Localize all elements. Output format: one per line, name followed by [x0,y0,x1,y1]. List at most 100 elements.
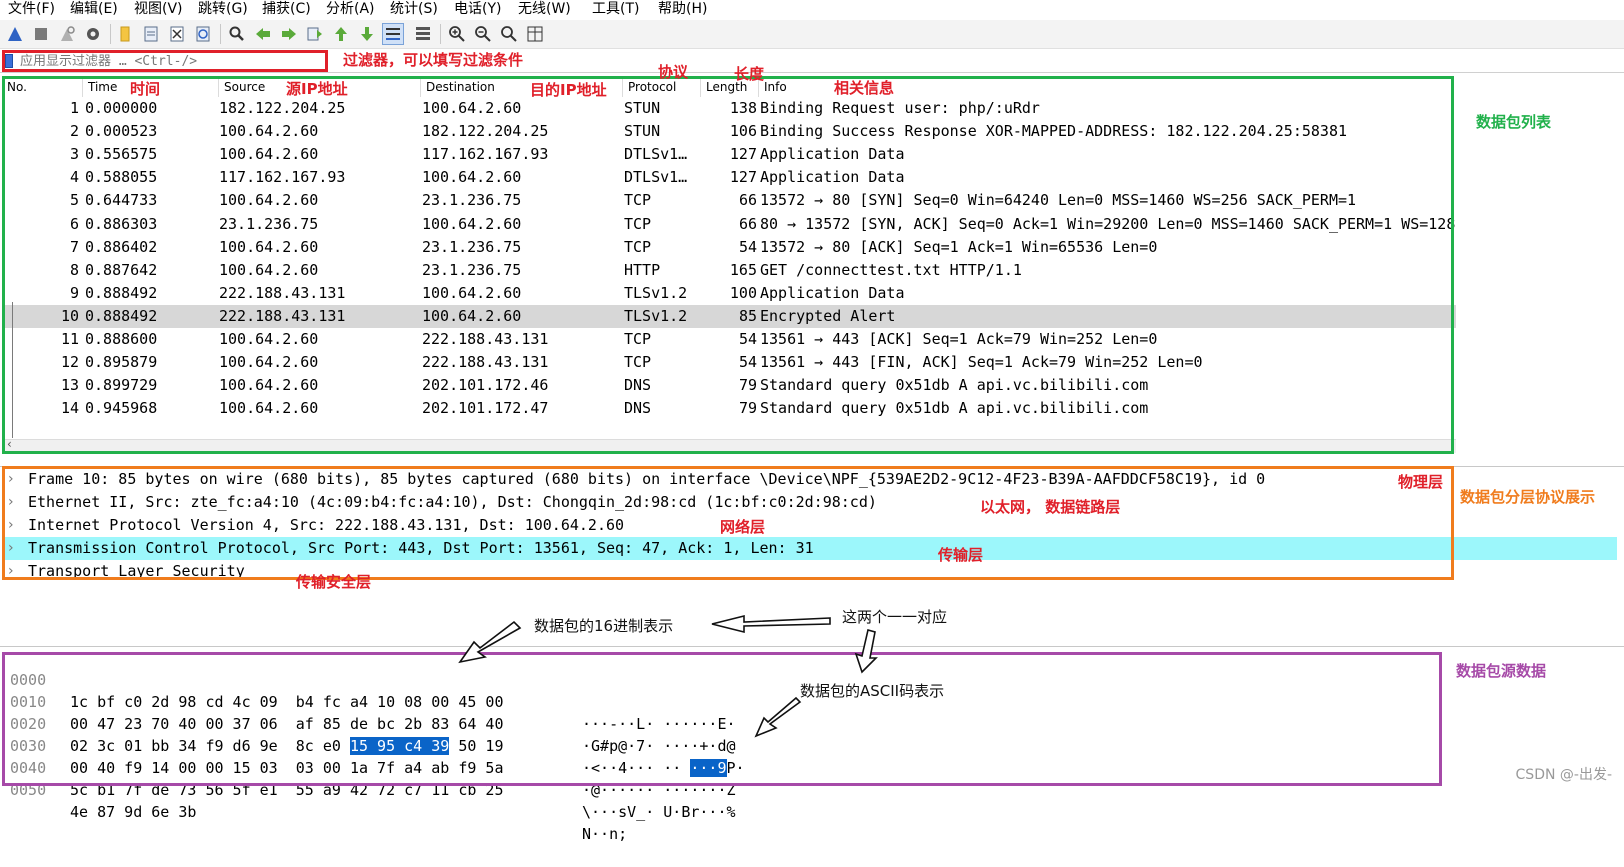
save-file-icon[interactable] [140,23,162,45]
packet-cell-dst: 100.64.2.60 [422,168,522,187]
packet-row[interactable]: 9 0.888492 222.188.43.131 100.64.2.60 TLSv1.… [3,282,1456,305]
close-file-icon[interactable] [166,23,188,45]
bytes-ascii[interactable]: ·@······ ·······Z [582,779,736,801]
packet-row[interactable]: 4 0.588055 117.162.167.93 100.64.2.60 DTLSv1… [3,166,1456,189]
packet-cell-time: 0.000000 [85,99,158,117]
filter-bookmark-icon[interactable] [5,54,13,68]
open-folder-icon[interactable] [114,23,136,45]
bytes-row: 0030 00 40 f9 14 00 00 15 03 03 00 1a 7f… [10,737,736,799]
packet-cell-len: 100 [729,283,757,302]
packet-cell-time: 0.945968 [85,399,158,418]
bytes-hex[interactable]: 00 40 f9 14 00 00 15 03 03 00 1a 7f a4 a… [70,757,504,779]
packet-row[interactable]: 7 0.886402 100.64.2.60 23.1.236.75 TCP 54 1357… [3,236,1456,259]
go-back-arrow-icon[interactable] [252,23,274,45]
bytes-ascii[interactable]: \···sV_· U·Br···% [582,801,736,823]
selected-bytes-hex: 15 95 c4 39 [349,737,450,755]
packet-row[interactable]: 12 0.895879 100.64.2.60 222.188.43.131 TCP 54… [3,351,1456,374]
packet-row[interactable]: 8 0.887642 100.64.2.60 23.1.236.75 HTTP 165 GE… [3,259,1456,282]
stop-square-icon[interactable] [30,23,52,45]
packet-list-header: No. Time Source Destination Protocol Len… [2,77,1452,97]
menu-wireless[interactable]: 无线(W) [518,0,571,18]
packet-cell-src: 100.64.2.60 [219,191,319,210]
zoom-in-icon[interactable] [446,23,468,45]
expand-chevron-icon[interactable]: › [8,560,14,583]
packet-cell-no: 12 [60,353,79,372]
options-gear-icon[interactable] [82,23,104,45]
expand-chevron-icon[interactable]: › [8,537,14,560]
menu-help[interactable]: 帮助(H) [658,0,707,18]
menu-view[interactable]: 视图(V) [134,0,183,18]
zoom-out-icon[interactable] [472,23,494,45]
menu-telephony[interactable]: 电话(Y) [454,0,501,18]
autoscroll-icon[interactable] [382,23,404,45]
expand-chevron-icon[interactable]: › [8,491,14,514]
menu-go[interactable]: 跳转(G) [198,0,248,18]
reload-icon[interactable] [192,23,214,45]
packet-row[interactable]: 1 0.000000 182.122.204.25 100.64.2.60 STUN 13… [3,97,1456,120]
colorize-icon[interactable] [412,23,434,45]
packet-row[interactable]: 11 0.888600 100.64.2.60 222.188.43.131 TCP 54… [3,328,1456,351]
display-filter-bar [0,50,1624,73]
detail-row-ethernet[interactable]: › Ethernet II, Src: zte_fc:a4:10 (4c:09:b… [2,491,1617,514]
selected-bytes-ascii: ···9 [690,759,727,777]
bytes-ascii[interactable]: ·<··4··· ·· ···9P· [582,757,745,779]
packet-row[interactable]: 13 0.899729 100.64.2.60 202.101.172.46 DNS 79… [3,374,1456,397]
bytes-ascii[interactable]: ···-··L· ······E· [582,713,736,735]
bytes-hex[interactable]: 1c bf c0 2d 98 cd 4c 09 b4 fc a4 10 08 0… [70,691,504,713]
bytes-hex[interactable]: 00 47 23 70 40 00 37 06 af 85 de bc 2b 8… [70,713,504,735]
packet-row[interactable]: 6 0.886303 23.1.236.75 100.64.2.60 TCP 66 80 →… [3,213,1456,236]
packet-cell-proto: TCP [624,214,652,233]
menu-tools[interactable]: 工具(T) [592,0,639,18]
first-packet-icon[interactable] [330,23,352,45]
packet-cell-src: 100.64.2.60 [219,376,319,395]
bytes-hex[interactable]: 02 3c 01 bb 34 f9 d6 9e 8c e0 15 95 c4 3… [70,735,504,757]
menu-edit[interactable]: 编辑(E) [70,0,118,18]
packet-row[interactable]: 2 0.000523 100.64.2.60 182.122.204.25 STUN 10… [3,120,1456,143]
packet-cell-no: 7 [69,237,79,256]
display-filter-input[interactable] [20,52,1600,70]
find-magnifier-icon[interactable] [226,23,248,45]
column-header-no[interactable]: No. [2,77,27,97]
resize-columns-icon[interactable] [524,23,546,45]
menu-statistics[interactable]: 统计(S) [390,0,438,18]
bytes-row: 0050 4e 87 9d 6e 3b N··n; [10,781,628,843]
expand-chevron-icon[interactable]: › [8,514,14,537]
restart-fin-icon[interactable] [56,23,78,45]
column-header-time[interactable]: Time [82,77,117,97]
packet-cell-time: 0.556575 [85,145,158,164]
packet-row[interactable]: 14 0.945968 100.64.2.60 202.101.172.47 DNS 79… [3,397,1456,420]
go-forward-arrow-icon[interactable] [278,23,300,45]
detail-row-ipv4[interactable]: › Internet Protocol Version 4, Src: 222.1… [2,514,1617,537]
normal-size-icon[interactable] [498,23,520,45]
conversation-bracket [12,302,13,438]
shark-fin-start-icon[interactable] [4,23,26,45]
packet-cell-info: Application Data [760,145,905,164]
column-header-destination[interactable]: Destination [420,77,495,97]
expand-chevron-icon[interactable]: › [8,468,14,491]
bytes-hex[interactable]: 5c b1 7f de 73 56 5f e1 55 a9 42 72 c7 1… [70,779,504,801]
packet-cell-no: 11 [60,330,79,348]
go-to-packet-icon[interactable] [304,23,326,45]
menu-analyze[interactable]: 分析(A) [326,0,375,18]
packet-row[interactable]: 3 0.556575 100.64.2.60 117.162.167.93 DTLSv1… [3,143,1456,166]
menu-capture[interactable]: 捕获(C) [262,0,311,18]
packet-cell-len: 54 [738,330,757,348]
bytes-ascii[interactable]: ·G#p@·7· ····+·d@ [582,735,736,757]
detail-row-tls[interactable]: › Transport Layer Security [2,560,1617,583]
source-note: 源IP地址 [286,80,348,98]
detail-row-frame[interactable]: › Frame 10: 85 bytes on wire (680 bits), … [2,468,1617,491]
packet-list-horizontal-scrollbar[interactable]: ‹ [3,437,1456,453]
last-packet-icon[interactable] [356,23,378,45]
bytes-ascii[interactable]: N··n; [582,823,627,845]
bytes-hex[interactable]: 4e 87 9d 6e 3b [70,801,196,823]
packet-cell-len: 106 [729,122,757,141]
menu-file[interactable]: 文件(F) [8,0,55,18]
packet-cell-no: 9 [69,283,79,302]
packet-cell-time: 0.644733 [85,191,158,210]
column-header-source[interactable]: Source [218,77,265,97]
packet-row[interactable]: 10 0.888492 222.188.43.131 100.64.2.60 TLSv1… [3,304,1456,328]
packet-row[interactable]: 5 0.644733 100.64.2.60 23.1.236.75 TCP 66 1357… [3,189,1456,212]
packet-cell-no: 10 [60,306,79,325]
detail-row-tcp[interactable]: › Transmission Control Protocol, Src Port… [2,537,1617,560]
scroll-left-arrow-icon[interactable]: ‹ [7,437,12,451]
